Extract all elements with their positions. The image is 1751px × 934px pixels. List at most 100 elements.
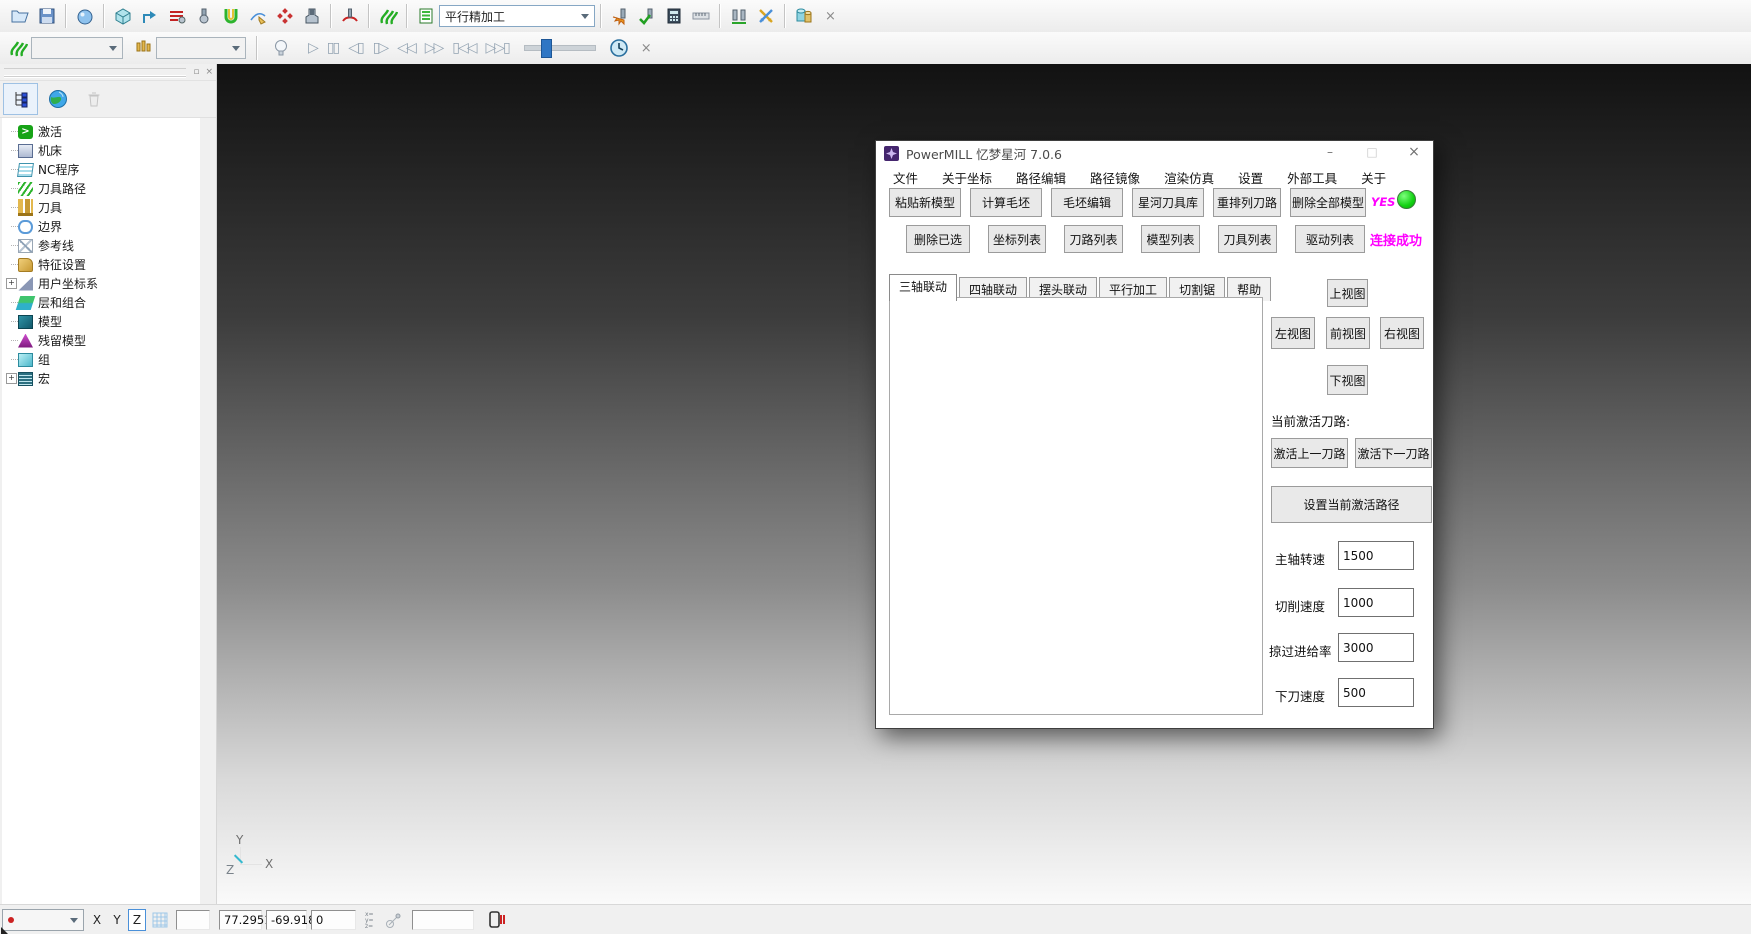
sidebar-item-workplanes[interactable]: 用户坐标系 [2, 274, 200, 293]
save-button[interactable] [33, 3, 60, 30]
play-button[interactable]: ▷ [308, 41, 317, 55]
explorer-globe-button[interactable] [41, 84, 74, 114]
calculator-button[interactable] [660, 3, 687, 30]
sidebar-item-groups[interactable]: 组 [2, 350, 200, 369]
grid-toggle-button[interactable] [149, 909, 171, 931]
dialog-titlebar[interactable]: PowerMILL 忆梦星河 7.0.6 [876, 141, 1433, 165]
menu-path-edit[interactable]: 路径编辑 [1016, 168, 1066, 187]
rearrange-toolpaths-button[interactable]: 重排列刀路 [1213, 188, 1281, 217]
toolpath-create-button[interactable] [136, 3, 163, 30]
toolbar-close-button[interactable]: × [825, 9, 836, 24]
dock-restore-icon[interactable]: ▫ [193, 68, 199, 77]
sidebar-item-macros[interactable]: 宏 [2, 369, 200, 388]
compute-block-button[interactable]: 计算毛坯 [970, 188, 1042, 217]
menu-file[interactable]: 文件 [893, 168, 918, 187]
menu-about-coords[interactable]: 关于坐标 [942, 168, 992, 187]
paste-new-model-button[interactable]: 粘贴新模型 [889, 188, 961, 217]
shading-sphere-icon[interactable] [71, 3, 98, 30]
sidebar-item-feature-sets[interactable]: 特征设置 [2, 255, 200, 274]
view-right-button[interactable]: 右视图 [1380, 317, 1424, 349]
coord-list-button[interactable]: 坐标列表 [988, 225, 1046, 253]
menu-external-tools[interactable]: 外部工具 [1287, 168, 1337, 187]
clock-icon[interactable] [606, 35, 633, 62]
set-active-toolpath-button[interactable]: 设置当前激活路径 [1271, 486, 1432, 523]
sidebar-item-nc-programs[interactable]: NC程序 [2, 160, 200, 179]
block-button[interactable] [109, 3, 136, 30]
tool-flame-button[interactable] [606, 3, 633, 30]
pause-button[interactable]: ▯▯ [327, 41, 338, 55]
workplane-combobox[interactable] [2, 909, 84, 931]
menu-about[interactable]: 关于 [1361, 168, 1386, 187]
spindle-speed-input[interactable] [1338, 541, 1414, 570]
model-list-button[interactable]: 模型列表 [1141, 225, 1200, 253]
skim-feed-input[interactable] [1338, 633, 1414, 662]
toolbar-close-button[interactable]: × [641, 41, 652, 56]
go-to-start-button[interactable]: ▯◁◁ [452, 41, 475, 55]
step-forward-button[interactable]: ▯▷ [373, 41, 387, 55]
tool-list-button[interactable]: 刀具列表 [1218, 225, 1277, 253]
tolerance-field[interactable] [176, 910, 210, 930]
resize-grip[interactable] [1, 927, 9, 934]
axis-y-button[interactable]: Y [108, 909, 126, 931]
explorer-trash-button[interactable] [77, 84, 110, 114]
sim-tool-combobox[interactable] [156, 37, 246, 59]
points-pattern-button[interactable] [271, 3, 298, 30]
activate-next-button[interactable]: 激活下一刀路 [1355, 438, 1432, 468]
nc-program-button[interactable] [163, 3, 190, 30]
xyz-list-icon[interactable]: x=y=z= [364, 909, 380, 931]
sidebar-item-tools[interactable]: 刀具 [2, 198, 200, 217]
draw-pattern-button[interactable] [244, 3, 271, 30]
rewind-button[interactable]: ◁◁ [397, 41, 415, 55]
tool-library-button[interactable]: 星河刀具库 [1132, 188, 1204, 217]
arc-tool-button[interactable] [336, 3, 363, 30]
delete-selected-button[interactable]: 删除已选 [906, 225, 970, 253]
dock-close-icon[interactable]: × [205, 68, 213, 77]
menu-settings[interactable]: 设置 [1238, 168, 1263, 187]
command-field[interactable] [412, 910, 474, 930]
fast-forward-button[interactable]: ▷▷ [425, 41, 443, 55]
maximize-button[interactable]: □ [1355, 141, 1389, 164]
view-front-button[interactable]: 前视图 [1326, 317, 1370, 349]
axis-x-button[interactable]: X [88, 909, 106, 931]
drive-list-button[interactable]: 驱动列表 [1295, 225, 1365, 253]
tab-3axis[interactable]: 三轴联动 [889, 274, 957, 301]
sidebar-item-levels-and-sets[interactable]: 层和组合 [2, 293, 200, 312]
expand-icon[interactable] [6, 278, 17, 289]
tool-button[interactable] [190, 3, 217, 30]
view-left-button[interactable]: 左视图 [1271, 317, 1315, 349]
strategy-combobox[interactable]: 平行精加工 [439, 5, 595, 27]
block-edit-button[interactable]: 毛坯编辑 [1051, 188, 1123, 217]
tool-verify-button[interactable] [633, 3, 660, 30]
sidebar-item-models[interactable]: 模型 [2, 312, 200, 331]
explorer-dock-bar[interactable]: ▫ × [0, 64, 216, 81]
menu-render-sim[interactable]: 渲染仿真 [1164, 168, 1214, 187]
toolpath-coil-icon[interactable] [374, 3, 401, 30]
menu-path-mirror[interactable]: 路径镜像 [1090, 168, 1140, 187]
stock-models-button[interactable] [790, 3, 817, 30]
explorer-tree-button[interactable] [3, 83, 38, 115]
cutting-feed-input[interactable] [1338, 588, 1414, 617]
probe-icon[interactable] [384, 909, 406, 931]
minimize-button[interactable]: – [1313, 141, 1347, 164]
simulation-speed-slider[interactable] [524, 45, 596, 51]
sidebar-item-activate[interactable]: 激活 [2, 122, 200, 141]
open-file-button[interactable] [6, 3, 33, 30]
sidebar-item-machine-tools[interactable]: 机床 [2, 141, 200, 160]
view-bottom-button[interactable]: 下视图 [1327, 365, 1368, 395]
tool-pair-button[interactable] [725, 3, 752, 30]
delete-all-models-button[interactable]: 删除全部模型 [1290, 188, 1366, 217]
tool-swap-button[interactable] [752, 3, 779, 30]
tool-holder-button[interactable] [298, 3, 325, 30]
sidebar-item-patterns[interactable]: 参考线 [2, 236, 200, 255]
toolpath-list-button[interactable]: 刀路列表 [1064, 225, 1123, 253]
sidebar-item-toolpaths[interactable]: 刀具路径 [2, 179, 200, 198]
close-button[interactable]: × [1397, 141, 1431, 164]
view-top-button[interactable]: 上视图 [1327, 279, 1368, 307]
expand-icon[interactable] [6, 373, 17, 384]
coord-y-field[interactable]: -69.918 [266, 910, 307, 930]
activate-prev-button[interactable]: 激活上一刀路 [1271, 438, 1348, 468]
step-back-button[interactable]: ◁▯ [348, 41, 362, 55]
collision-check-button[interactable] [217, 3, 244, 30]
ruler-button[interactable] [687, 3, 714, 30]
lightbulb-icon[interactable] [267, 35, 294, 62]
